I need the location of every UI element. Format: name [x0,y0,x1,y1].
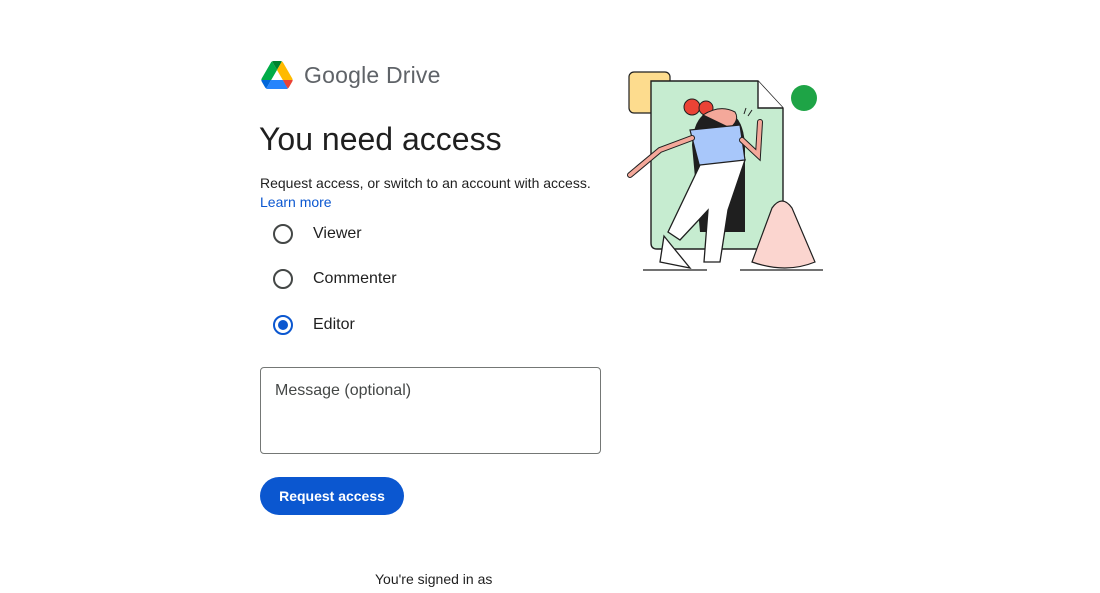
viewer-label: Viewer [313,225,362,242]
message-input[interactable] [260,367,601,454]
page-subtitle: Request access, or switch to an account … [260,175,591,191]
editor-radio[interactable] [273,315,293,335]
role-option-commenter[interactable]: Commenter [273,267,397,291]
learn-more-link[interactable]: Learn more [260,194,332,210]
access-illustration [627,71,823,271]
request-access-button[interactable]: Request access [260,477,404,515]
viewer-radio[interactable] [273,224,293,244]
commenter-label: Commenter [313,270,397,287]
role-option-editor[interactable]: Editor [273,313,355,337]
page-title: You need access [259,121,502,157]
editor-label: Editor [313,316,355,333]
app-name: Google Drive [304,61,441,88]
commenter-radio[interactable] [273,269,293,289]
google-drive-logo[interactable]: Google Drive [261,59,441,91]
radio-selected-dot [278,320,288,330]
role-option-viewer[interactable]: Viewer [273,222,362,246]
google-drive-logo-icon [261,61,293,89]
signed-in-text: You're signed in as [375,571,493,587]
